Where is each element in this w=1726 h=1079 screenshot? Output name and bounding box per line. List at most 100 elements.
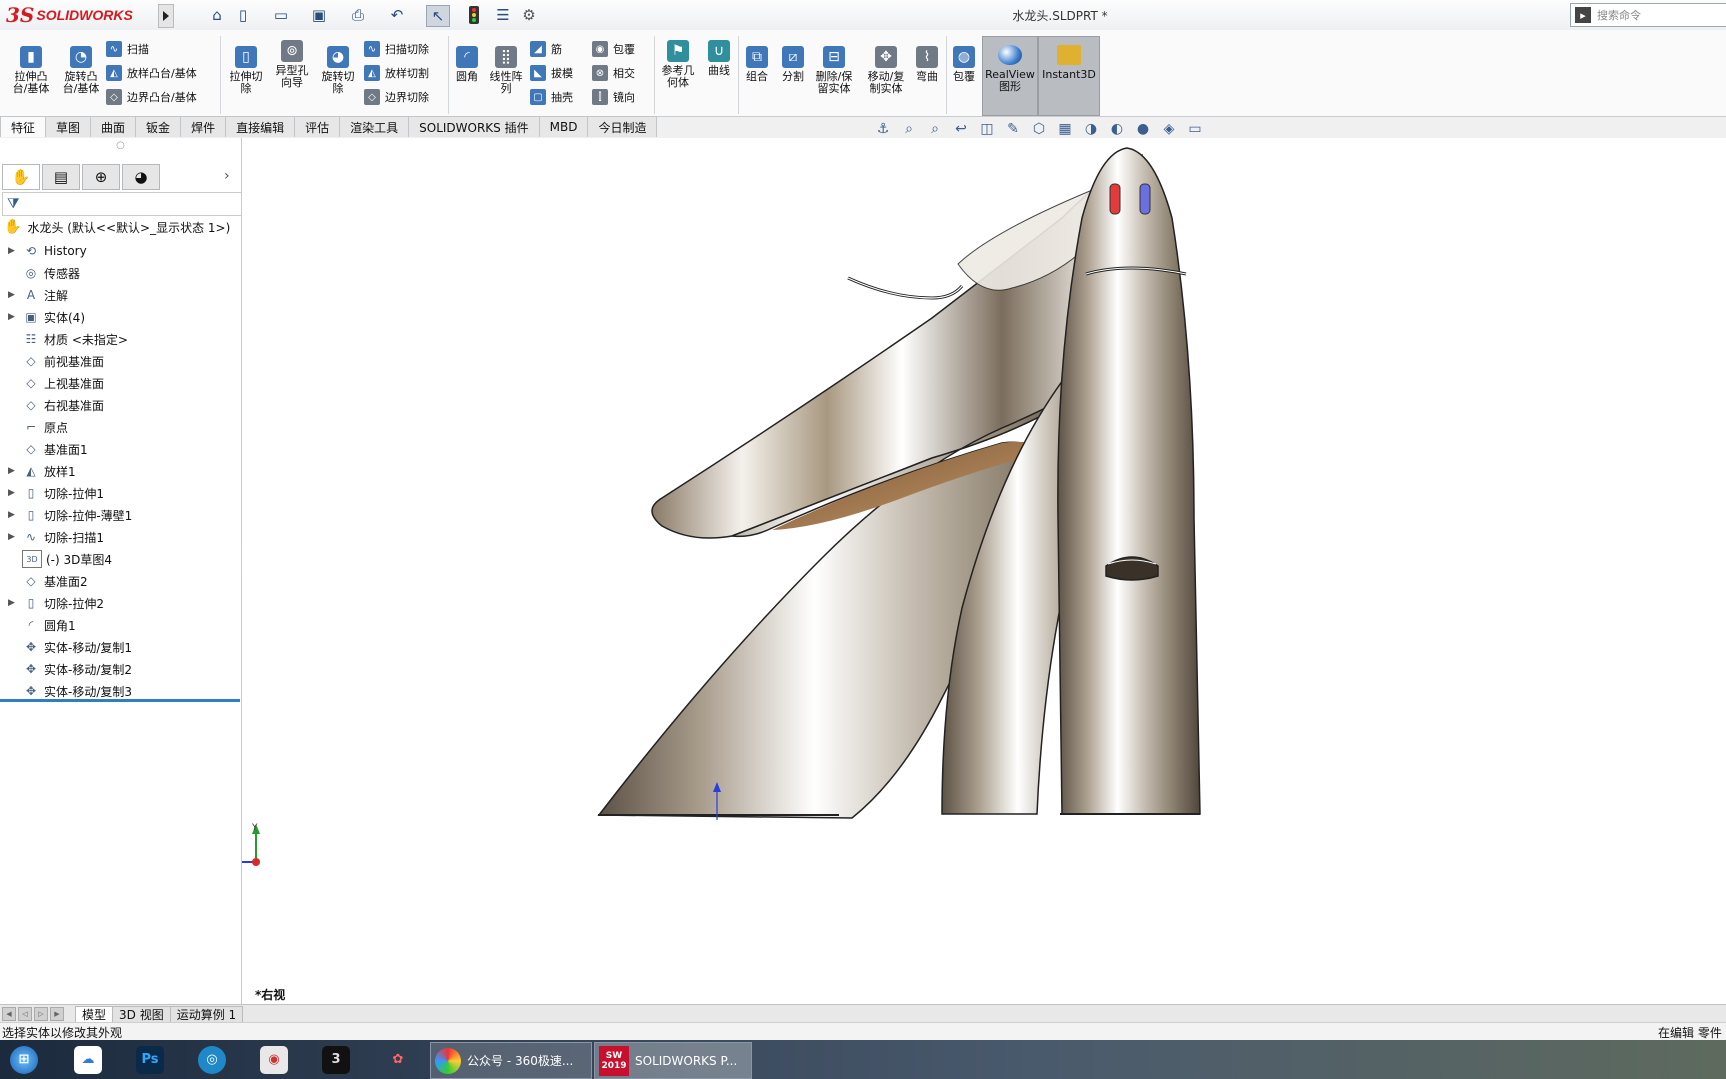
tree-item[interactable]: ✥ 实体-移动/复制1 <box>8 636 238 658</box>
tree-item[interactable]: ⌐ 原点 <box>8 416 238 438</box>
command-search-box[interactable]: ▸ 搜索命令 <box>1570 3 1726 27</box>
wrap2-button[interactable]: ◍ 包覆 <box>948 46 980 83</box>
tree-item[interactable]: ▶ ∿ 切除-扫描1 <box>8 526 238 548</box>
hole-wizard-button[interactable]: ⊚ 异型孔 向导 <box>270 40 314 89</box>
tree-item[interactable]: ☷ 材质 <未指定> <box>8 328 238 350</box>
expand-arrow-icon[interactable]: ▶ <box>8 532 22 542</box>
display-manager-tab-icon[interactable]: ◕ <box>122 164 160 190</box>
tree-item[interactable]: ◇ 上视基准面 <box>8 372 238 394</box>
expand-arrow-icon[interactable]: ▶ <box>8 312 22 322</box>
view-setting-icon[interactable]: ◐ <box>1108 120 1126 138</box>
tree-item[interactable]: ▶ ▯ 切除-拉伸2 <box>8 592 238 614</box>
reference-geometry-button[interactable]: ⚑ 参考几 何体 <box>656 40 700 89</box>
display-style-icon[interactable]: ▦ <box>1056 120 1074 138</box>
revolve-cut-button[interactable]: ◕ 旋转切除 <box>316 46 360 95</box>
move-copy-body-button[interactable]: ✥ 移动/复 制实体 <box>862 46 910 95</box>
boundary-boss-button[interactable]: ◇ 边界凸台/基体 <box>106 87 197 107</box>
menu-expand-arrow-icon[interactable] <box>158 4 174 28</box>
edit-appearance-icon[interactable]: ● <box>1134 120 1152 138</box>
extrude-boss-button[interactable]: ▮ 拉伸凸 台/基体 <box>8 46 54 95</box>
revolve-boss-button[interactable]: ◔ 旋转凸 台/基体 <box>58 46 104 95</box>
taskbar-baidu-netdisk[interactable]: ☁ <box>68 1042 108 1077</box>
tree-item[interactable]: ▶ ▯ 切除-拉伸-薄壁1 <box>8 504 238 526</box>
traffic-light-icon[interactable] <box>466 5 482 25</box>
tree-item[interactable]: 3D (-) 3D草图4 <box>8 548 238 570</box>
tab-3[interactable]: 钣金 <box>135 116 182 137</box>
tree-item[interactable]: ▶ A 注解 <box>8 284 238 306</box>
tree-root-part[interactable]: ✋ 水龙头 (默认<<默认>_显示状态 1>) <box>4 217 240 237</box>
tree-item[interactable]: ✥ 实体-移动/复制2 <box>8 658 238 680</box>
tree-item[interactable]: ▶ ⟲ History <box>8 240 238 262</box>
faucet-front-view-model[interactable] <box>1057 147 1201 815</box>
tab-2[interactable]: 曲面 <box>90 116 137 137</box>
options-list-icon[interactable]: ☰ <box>492 5 514 25</box>
expand-arrow-icon[interactable]: ▶ <box>8 488 22 498</box>
tree-item[interactable]: ▶ ▣ 实体(4) <box>8 306 238 328</box>
tab-9[interactable]: MBD <box>538 116 589 137</box>
expand-arrow-icon[interactable]: ▶ <box>8 246 22 256</box>
tab-prev-icon[interactable]: ◁ <box>18 1007 32 1021</box>
wrap-button[interactable]: ◉ 包覆 <box>592 39 635 59</box>
tree-item[interactable]: ◇ 右视基准面 <box>8 394 238 416</box>
configuration-manager-tab-icon[interactable]: ⊕ <box>82 164 120 190</box>
tab-10[interactable]: 今日制造 <box>587 116 658 137</box>
tab-first-icon[interactable]: ◀ <box>2 1007 16 1021</box>
view-monitor-icon[interactable]: ▭ <box>1186 120 1204 138</box>
taskbar-window-solidworks[interactable]: SW 2019 SOLIDWORKS P... <box>594 1042 752 1079</box>
expand-arrow-icon[interactable]: ▶ <box>8 510 22 520</box>
select-arrow-icon[interactable]: ↖ <box>426 5 450 27</box>
tab-5[interactable]: 直接编辑 <box>225 116 296 137</box>
tree-item[interactable]: ◎ 传感器 <box>8 262 238 284</box>
print-icon[interactable]: ⎙ <box>346 5 370 25</box>
lofted-cut-button[interactable]: ◭ 放样切割 <box>364 63 429 83</box>
taskbar-window-360-browser[interactable]: 公众号 - 360极速... <box>430 1042 592 1079</box>
feature-manager-tab-icon[interactable]: ✋ <box>2 164 40 190</box>
taskbar-3dsmax[interactable]: 3 <box>316 1042 356 1077</box>
start-button[interactable]: ⊞ <box>4 1042 44 1077</box>
tree-item[interactable]: ◇ 基准面2 <box>8 570 238 592</box>
save-icon[interactable]: ▣ <box>308 5 330 25</box>
tree-item[interactable]: ▶ ▯ 切除-拉伸1 <box>8 482 238 504</box>
hide-show-items-icon[interactable]: ◑ <box>1082 120 1100 138</box>
curves-button[interactable]: ∪ 曲线 <box>702 40 736 77</box>
extrude-cut-button[interactable]: ▯ 拉伸切除 <box>224 46 268 95</box>
new-doc-icon[interactable]: ▯ <box>232 5 254 25</box>
previous-view-icon[interactable]: ↩ <box>952 120 970 138</box>
realview-button[interactable]: RealView 图形 <box>982 36 1038 116</box>
panel-expand-chevron-icon[interactable]: › <box>224 168 230 184</box>
tab-model[interactable]: 模型 <box>75 1005 114 1023</box>
tree-item[interactable]: ◜ 圆角1 <box>8 614 238 636</box>
swept-cut-button[interactable]: ∿ 扫描切除 <box>364 39 429 59</box>
view-orientation-icon[interactable]: ⬡ <box>1030 120 1048 138</box>
view-orient-pin-icon[interactable]: ⚓ <box>874 120 892 138</box>
expand-arrow-icon[interactable]: ▶ <box>8 290 22 300</box>
tab-next-icon[interactable]: ▷ <box>34 1007 48 1021</box>
gear-icon[interactable]: ⚙ <box>518 5 540 25</box>
zoom-to-area-icon[interactable]: ⌕ <box>926 120 944 138</box>
open-folder-icon[interactable]: ▭ <box>270 5 292 25</box>
tab-last-icon[interactable]: ▶ <box>50 1007 64 1021</box>
home-icon[interactable]: ⌂ <box>206 5 228 25</box>
tab-0[interactable]: 特征 <box>0 116 47 137</box>
tree-filter-box[interactable]: ⧩ <box>2 192 242 216</box>
intersect-button[interactable]: ⊗ 相交 <box>592 63 635 83</box>
tree-item[interactable]: ◇ 基准面1 <box>8 438 238 460</box>
expand-arrow-icon[interactable]: ▶ <box>8 598 22 608</box>
panel-grip[interactable]: ○ <box>0 140 241 156</box>
tab-1[interactable]: 草图 <box>45 116 92 137</box>
fillet-button[interactable]: ◜ 圆角 <box>452 46 482 83</box>
tab-7[interactable]: 渲染工具 <box>339 116 410 137</box>
boundary-cut-button[interactable]: ◇ 边界切除 <box>364 87 429 107</box>
dynamic-annotation-icon[interactable]: ✎ <box>1004 120 1022 138</box>
section-view-icon[interactable]: ◫ <box>978 120 996 138</box>
loft-boss-button[interactable]: ◭ 放样凸台/基体 <box>106 63 197 83</box>
rib-button[interactable]: ◢ 筋 <box>530 39 562 59</box>
tab-4[interactable]: 焊件 <box>180 116 227 137</box>
sweep-button[interactable]: ∿ 扫描 <box>106 39 149 59</box>
shell-button[interactable]: ▢ 抽壳 <box>530 87 573 107</box>
linear-pattern-button[interactable]: ⣿ 线性阵列 <box>486 46 526 95</box>
tree-item[interactable]: ◇ 前视基准面 <box>8 350 238 372</box>
zoom-to-fit-icon[interactable]: ⌕ <box>900 120 918 138</box>
mirror-button[interactable]: ⫿ 镜向 <box>592 87 635 107</box>
split-button[interactable]: ⧄ 分割 <box>776 46 810 83</box>
